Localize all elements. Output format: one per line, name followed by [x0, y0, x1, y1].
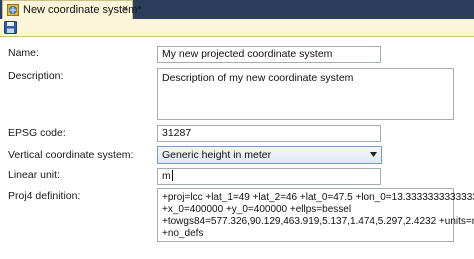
- vertical-coordinate-system-select[interactable]: Generic height in meter: [157, 146, 382, 164]
- linear-unit-field[interactable]: m: [157, 168, 381, 185]
- proj4-line: +proj=lcc +lat_1=49 +lat_2=46 +lat_0=47.…: [162, 192, 474, 203]
- linear-unit-label: Linear unit:: [8, 169, 60, 181]
- description-field[interactable]: Description of my new coordinate system: [157, 68, 454, 120]
- name-label: Name:: [8, 47, 39, 59]
- proj4-line: +x_0=400000 +y_0=400000 +ellps=bessel: [162, 204, 352, 215]
- vertical-coordinate-system-label: Vertical coordinate system:: [8, 149, 134, 161]
- name-field[interactable]: My new projected coordinate system: [157, 46, 381, 63]
- document-tabstrip: New coordinate system* ×: [0, 0, 474, 19]
- vertical-coordinate-system-value: Generic height in meter: [162, 149, 272, 161]
- save-icon[interactable]: [4, 21, 17, 34]
- proj4-definition-field[interactable]: +proj=lcc +lat_1=49 +lat_2=46 +lat_0=47.…: [157, 188, 474, 242]
- toolbar: [0, 19, 474, 37]
- proj4-definition-label: Proj4 definition:: [8, 190, 81, 202]
- epsg-code-label: EPSG code:: [8, 127, 66, 139]
- dropdown-arrow-icon: [370, 152, 377, 157]
- globe-icon: [7, 4, 19, 16]
- close-icon[interactable]: ×: [122, 3, 128, 15]
- tab-new-coordinate-system[interactable]: New coordinate system* ×: [2, 0, 142, 19]
- linear-unit-value: m: [162, 170, 171, 182]
- epsg-code-field[interactable]: 31287: [157, 125, 381, 142]
- proj4-line: +towgs84=577.326,90.129,463.919,5.137,1.…: [162, 216, 474, 227]
- proj4-line: +no_defs: [162, 228, 204, 239]
- description-label: Description:: [8, 70, 64, 82]
- text-cursor: [171, 170, 173, 181]
